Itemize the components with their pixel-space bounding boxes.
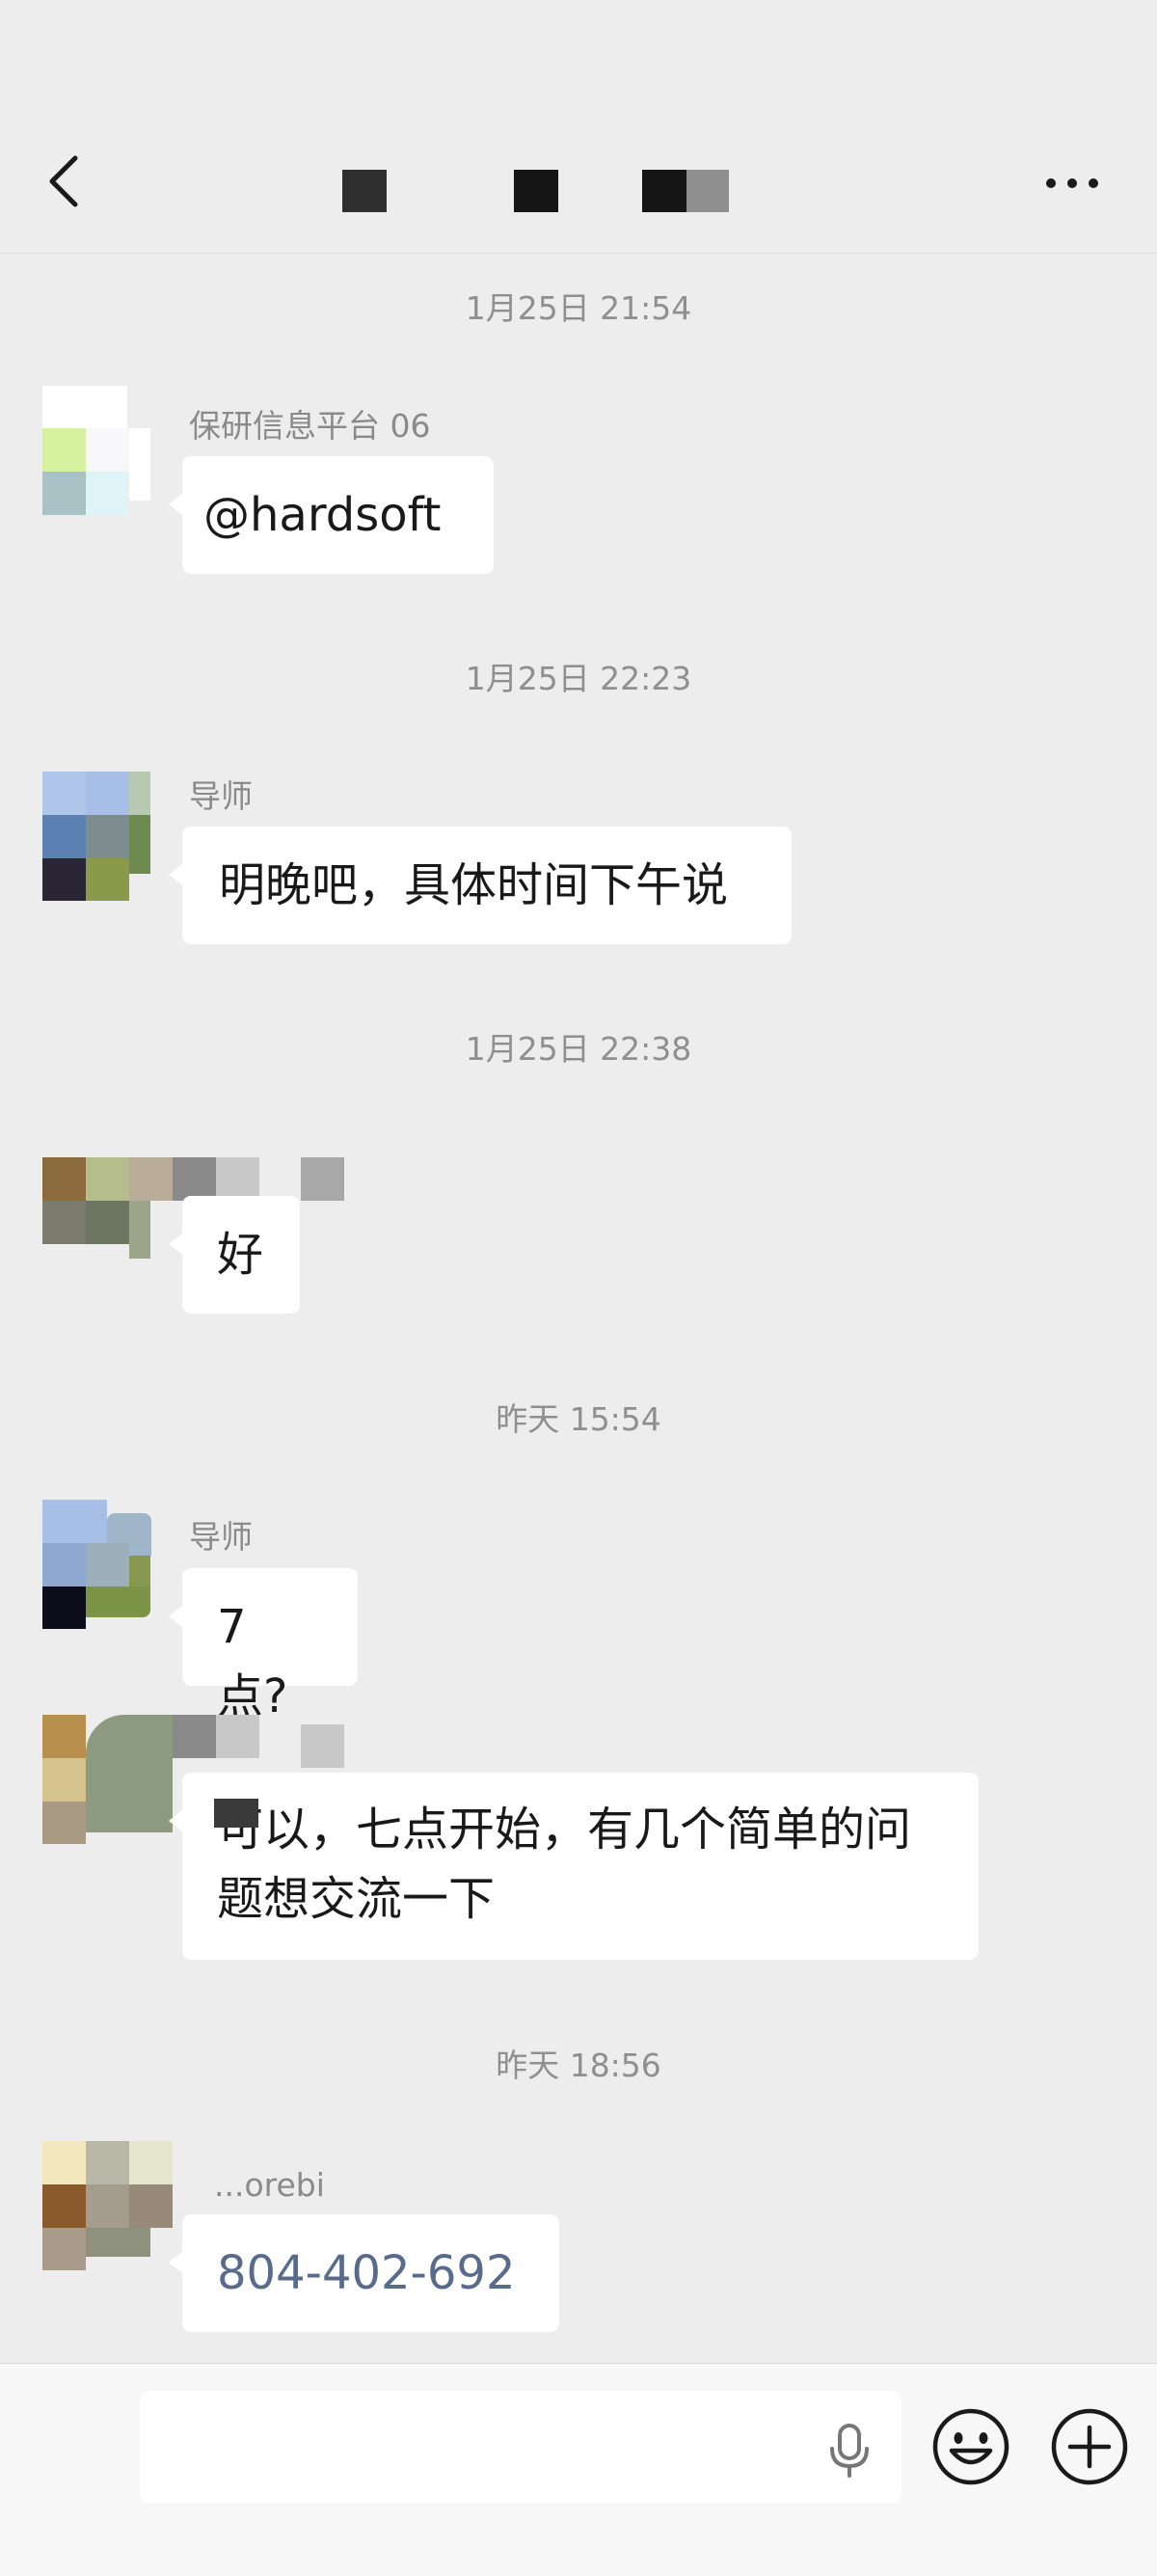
redaction-block <box>214 1799 258 1828</box>
message-bubble[interactable]: 可以，七点开始，有几个简单的问 题想交流一下 <box>169 1773 979 1960</box>
emoji-button[interactable] <box>930 2406 1011 2487</box>
add-button[interactable] <box>1049 2406 1130 2487</box>
message-text: 好 <box>217 1228 264 1282</box>
message-text: 7 点? <box>217 1600 288 1723</box>
avatar[interactable] <box>42 1500 152 1629</box>
chevron-left-icon <box>49 155 78 207</box>
message-bubble[interactable]: @hardsoft <box>169 456 494 574</box>
message-timestamp: 1月25日 22:23 <box>465 660 692 697</box>
sender-name: 导师 <box>189 1518 253 1556</box>
message-text: 明晚吧，具体时间下午说 <box>219 858 729 912</box>
message-text: 可以，七点开始，有几个简单的问 题想交流一下 <box>217 1803 912 1926</box>
message-bubble[interactable]: 7 点? <box>169 1568 358 1723</box>
message-bubble[interactable]: 804-402-692 <box>169 2214 559 2332</box>
message-bubble[interactable]: 明晚吧，具体时间下午说 <box>169 827 792 944</box>
more-dots-icon <box>1046 178 1098 188</box>
plus-circle-icon <box>1051 2408 1128 2485</box>
microphone-icon[interactable] <box>825 2422 874 2480</box>
avatar[interactable] <box>42 386 152 515</box>
meeting-id-link[interactable]: 804-402-692 <box>217 2238 525 2308</box>
message-timestamp: 1月25日 21:54 <box>465 289 692 327</box>
back-button[interactable] <box>42 150 85 212</box>
message-timestamp: 昨天 18:56 <box>496 2047 661 2084</box>
sender-name: 保研信息平台 06 <box>189 407 431 445</box>
message-timestamp: 1月25日 22:38 <box>465 1030 692 1068</box>
emoji-smile-icon <box>932 2408 1009 2485</box>
input-bar <box>0 2363 1157 2576</box>
message-input[interactable] <box>140 2391 901 2503</box>
chat-header <box>0 0 1157 254</box>
message-timestamp: 昨天 15:54 <box>496 1400 661 1438</box>
sender-name: ...orebi <box>214 2166 325 2204</box>
more-button[interactable] <box>1041 164 1103 203</box>
avatar[interactable] <box>42 772 152 901</box>
message-text: @hardsoft <box>203 488 442 542</box>
avatar[interactable] <box>42 2141 177 2270</box>
sender-name: 导师 <box>189 777 253 815</box>
message-bubble[interactable]: 好 <box>169 1196 300 1314</box>
